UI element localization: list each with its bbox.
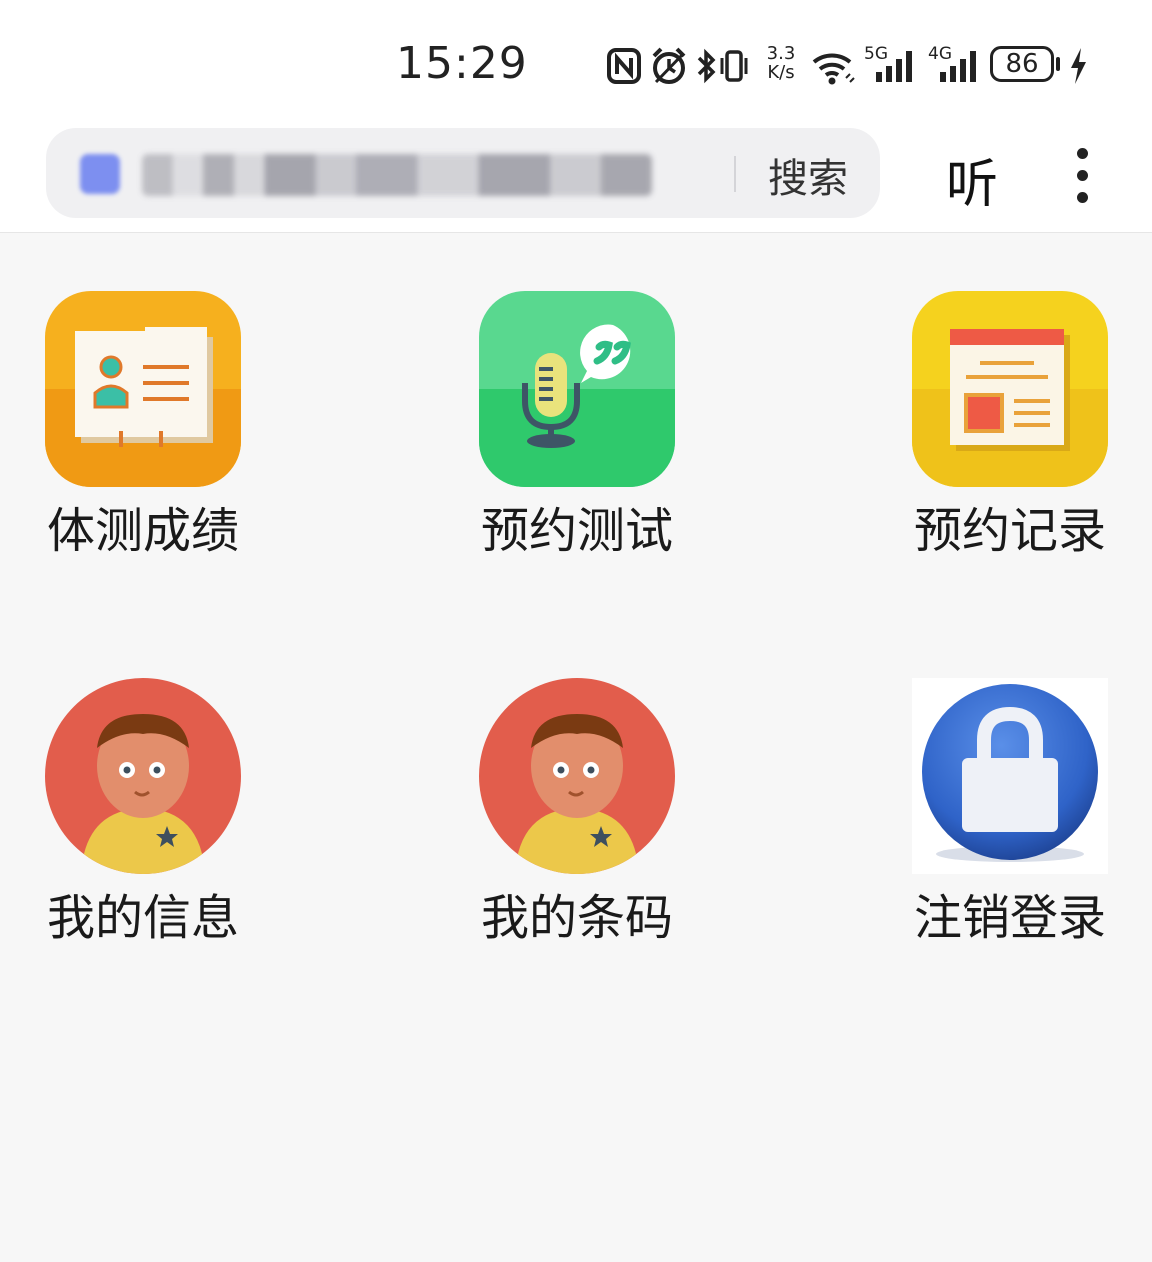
site-favicon-icon xyxy=(80,154,120,194)
battery-tip xyxy=(1056,57,1060,71)
network-speed-value: 3.3 xyxy=(766,43,796,64)
address-text-blurred xyxy=(142,154,652,196)
user-avatar-icon xyxy=(479,678,675,874)
grid-item-label: 我的条码 xyxy=(480,890,673,946)
grid-item-my-info[interactable]: 我的信息 xyxy=(45,678,241,946)
address-bar[interactable]: 搜索 xyxy=(46,128,880,218)
grid-item-label: 预约测试 xyxy=(480,503,673,559)
wifi-icon xyxy=(812,53,855,85)
microphone-quote-icon xyxy=(479,291,675,487)
address-divider xyxy=(734,156,736,192)
grid-item-my-barcode[interactable]: 我的条码 xyxy=(479,678,675,946)
grid-item-label: 我的信息 xyxy=(46,890,239,946)
document-record-icon xyxy=(912,291,1108,487)
user-avatar-icon xyxy=(45,678,241,874)
status-bar: 15:29 3.3 K/s 5G 4G 86 xyxy=(0,0,1152,120)
grid-item-label: 注销登录 xyxy=(913,890,1106,946)
grid-item-logout[interactable]: 注销登录 xyxy=(912,678,1108,946)
charging-icon xyxy=(1071,48,1086,84)
signal-4g-icon: 4G xyxy=(928,44,982,88)
grid-item-label: 体测成绩 xyxy=(46,503,239,559)
alarm-icon xyxy=(652,47,686,84)
browser-toolbar: 搜索 听 xyxy=(0,120,1152,233)
score-card-icon xyxy=(45,291,241,487)
status-time: 15:29 xyxy=(396,38,528,89)
search-button[interactable]: 搜索 xyxy=(768,146,848,204)
grid-item-label: 预约记录 xyxy=(913,503,1106,559)
bluetooth-icon xyxy=(697,48,716,84)
nfc-icon xyxy=(607,48,641,84)
grid-item-book-test[interactable]: 预约测试 xyxy=(479,291,675,559)
grid-item-booking-records[interactable]: 预约记录 xyxy=(912,291,1108,559)
lock-icon xyxy=(912,678,1108,874)
vibrate-icon xyxy=(720,50,748,82)
battery-icon: 86 xyxy=(990,46,1054,82)
more-vertical-icon[interactable] xyxy=(1068,148,1098,204)
listen-button[interactable]: 听 xyxy=(946,142,998,217)
network-speed: 3.3 K/s xyxy=(760,44,802,82)
network-speed-unit: K/s xyxy=(767,62,795,83)
signal-5g-icon: 5G xyxy=(864,44,918,88)
grid-item-test-scores[interactable]: 体测成绩 xyxy=(45,291,241,559)
